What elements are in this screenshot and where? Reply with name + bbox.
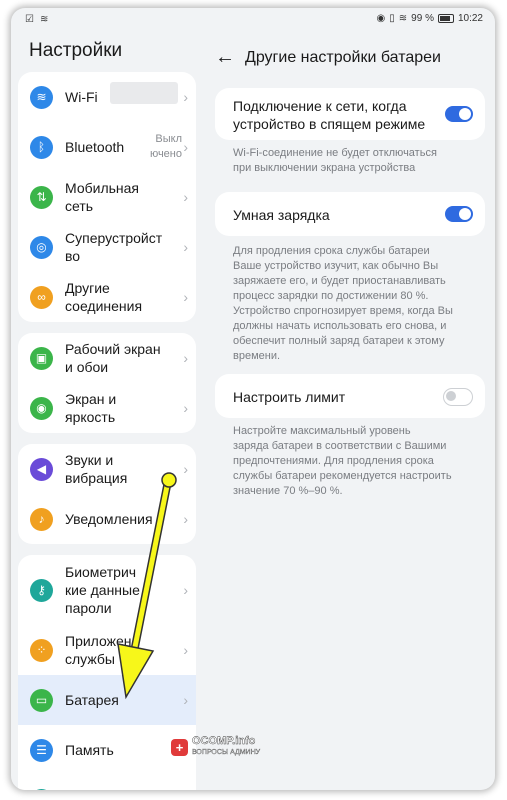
settings-item[interactable]: ▭ Батарея › xyxy=(18,675,196,725)
settings-item-label: Экран и яркость xyxy=(65,391,117,425)
super-device-icon: ◎ xyxy=(30,235,53,259)
chevron-right-icon: › xyxy=(183,289,188,305)
chevron-right-icon: › xyxy=(183,582,188,598)
settings-item[interactable]: ⚷ Биометрич кие данные пароли › xyxy=(18,555,196,625)
settings-item[interactable]: ✓Безопасность› xyxy=(18,775,196,790)
charge-limit-toggle[interactable] xyxy=(443,388,473,406)
network-sleep-toggle[interactable] xyxy=(445,106,473,122)
chevron-right-icon: › xyxy=(183,692,188,708)
device-screen: ☑ ≋ ◉ ▯ ≋ 99 % 10:22 Настройки ≋ Wi-Fi › ᛒ B… xyxy=(11,8,495,790)
network-sleep-label: Подключение к сети, когда устройство в с… xyxy=(233,98,426,132)
wifi-icon: ≋ xyxy=(30,85,53,109)
chevron-right-icon: › xyxy=(183,461,188,477)
watermark: + OCOMP.info ВОПРОСЫ АДМИНУ xyxy=(171,735,261,758)
watermark-sub: ВОПРОСЫ АДМИНУ xyxy=(192,749,261,756)
bell-icon: ♪ xyxy=(30,507,53,531)
settings-group: ⚷ Биометрич кие данные пароли › ⁘ Приложен с… xyxy=(18,555,196,790)
settings-item-status: Выкл ючено xyxy=(149,133,182,160)
charge-limit-card[interactable]: Настроить лимит xyxy=(215,374,485,418)
settings-item[interactable]: ≋ Wi-Fi › xyxy=(18,72,196,122)
smart-charging-label: Умная зарядка xyxy=(233,207,330,223)
settings-item[interactable]: ∞ Другие соединения › xyxy=(18,272,196,322)
settings-item[interactable]: ⁘ Приложен службы › xyxy=(18,625,196,675)
watermark-main: OCOMP.info xyxy=(192,735,256,747)
battery-percent: 99 % xyxy=(411,13,434,24)
settings-item[interactable]: ◎ Суперустройст во › xyxy=(18,222,196,272)
settings-item-label: Рабочий экран и обои xyxy=(65,341,161,375)
eye-comfort-icon: ◉ xyxy=(376,13,386,24)
apps-icon: ⁘ xyxy=(30,638,53,662)
vibrate-icon: ▯ xyxy=(389,13,395,24)
mobile-network-icon: ⇅ xyxy=(30,185,53,209)
battery-status-icon xyxy=(437,14,454,23)
settings-group: ≋ Wi-Fi › ᛒ Bluetooth Выкл ючено › ⇅ Мобильная с… xyxy=(18,72,196,322)
watermark-plus-icon: + xyxy=(171,738,188,756)
sound-icon: ◀ xyxy=(30,457,53,481)
settings-item[interactable]: ◉ Экран и яркость › xyxy=(18,383,196,433)
bluetooth-icon: ᛒ xyxy=(30,135,53,159)
settings-item-label: Суперустройст во xyxy=(65,230,163,264)
home-screen-icon: ▣ xyxy=(30,346,53,370)
settings-item[interactable]: ▣ Рабочий экран и обои › xyxy=(18,333,196,383)
settings-item-label: Другие соединения xyxy=(65,280,143,314)
smart-charging-toggle[interactable] xyxy=(445,206,473,222)
network-sleep-desc: Wi-Fi-соединение не будет отключаться пр… xyxy=(233,147,437,174)
chevron-right-icon: › xyxy=(183,511,188,527)
panel-title: Другие настройки батареи xyxy=(245,48,441,66)
chevron-right-icon: › xyxy=(183,642,188,658)
key-icon: ⚷ xyxy=(30,578,53,602)
settings-item[interactable]: ᛒ Bluetooth Выкл ючено › xyxy=(18,122,196,172)
wifi-signal-icon: ≋ xyxy=(398,13,408,24)
settings-item[interactable]: ⇅ Мобильная сеть › xyxy=(18,172,196,222)
charge-limit-label: Настроить лимит xyxy=(233,389,346,405)
settings-title: Настройки xyxy=(29,40,123,61)
chevron-right-icon: › xyxy=(183,400,188,416)
status-bar: ☑ ≋ ◉ ▯ ≋ 99 % 10:22 xyxy=(11,8,495,32)
settings-item-label: Биометрич кие данные пароли xyxy=(65,564,140,616)
settings-item-label: Память xyxy=(65,742,114,758)
chevron-right-icon: › xyxy=(183,189,188,205)
clock: 10:22 xyxy=(457,13,483,24)
wifi-network-redacted xyxy=(110,82,178,104)
wifi-status-icon: ≋ xyxy=(39,14,49,25)
battery-icon: ▭ xyxy=(30,688,53,712)
back-arrow-icon[interactable]: ← xyxy=(215,46,235,69)
settings-item-label: Звуки и вибрация xyxy=(65,452,128,486)
chevron-right-icon: › xyxy=(183,350,188,366)
notification-icon: ☑ xyxy=(25,14,34,25)
other-connections-icon: ∞ xyxy=(30,285,53,309)
settings-item-label: Приложен службы xyxy=(65,633,132,667)
settings-group: ▣ Рабочий экран и обои › ◉ Экран и яркость › xyxy=(18,333,196,433)
display-icon: ◉ xyxy=(30,396,53,420)
network-sleep-card[interactable]: Подключение к сети, когда устройство в с… xyxy=(215,88,485,140)
settings-list: ≋ Wi-Fi › ᛒ Bluetooth Выкл ючено › ⇅ Мобильная с… xyxy=(18,72,196,790)
settings-item[interactable]: ♪ Уведомления › xyxy=(18,494,196,544)
smart-charging-card[interactable]: Умная зарядка xyxy=(215,192,485,236)
shield-icon: ✓ xyxy=(30,788,53,790)
settings-item-label: Батарея xyxy=(65,692,119,708)
settings-item-label: Мобильная сеть xyxy=(65,180,140,214)
settings-item[interactable]: ◀ Звуки и вибрация › xyxy=(18,444,196,494)
chevron-right-icon: › xyxy=(183,239,188,255)
chevron-right-icon: › xyxy=(183,89,188,105)
smart-charging-desc: Для продления срока службы батареи Ваше … xyxy=(233,245,453,362)
chevron-right-icon: › xyxy=(183,139,188,155)
charge-limit-desc: Настройте максимальный уровень заряда ба… xyxy=(233,425,452,497)
settings-item-label: Уведомления xyxy=(65,511,153,527)
storage-icon: ☰ xyxy=(30,738,53,762)
battery-settings-panel: ← Другие настройки батареи Подключение к… xyxy=(203,32,495,790)
settings-item[interactable]: ☰Память› xyxy=(18,725,196,775)
settings-group: ◀ Звуки и вибрация › ♪ Уведомления › xyxy=(18,444,196,544)
